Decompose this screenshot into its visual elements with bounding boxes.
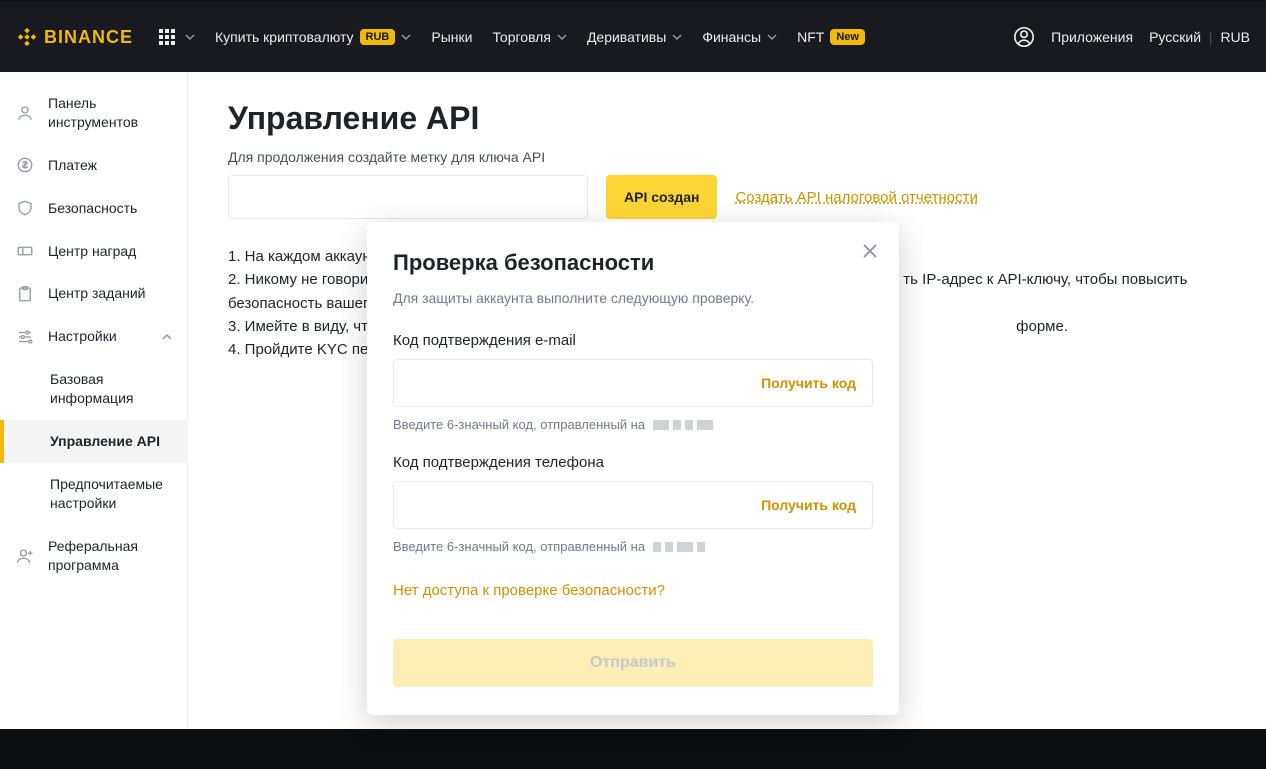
brand-text: BINANCE [44,27,133,48]
email-code-helper: Введите 6-значный код, отправленный на [393,417,873,432]
chevron-down-icon [401,34,411,40]
nav-trade[interactable]: Торговля [482,2,576,72]
phone-code-helper: Введите 6-значный код, отправленный на [393,539,873,554]
close-icon [861,242,879,260]
nav-buy-label: Купить криптовалюту [215,29,354,45]
create-tax-api-link[interactable]: Создать API налоговой отчетности [735,189,977,206]
binance-logo-icon [16,26,38,48]
footer [0,729,1266,769]
nav-nft[interactable]: NFT New [787,2,875,72]
helper-text: Введите 6-значный код, отправленный на [393,417,645,432]
masked-email [653,420,713,430]
api-label-input[interactable] [228,175,588,219]
sidebar-item-settings[interactable]: Настройки [0,315,188,358]
nav-buy-crypto[interactable]: Купить криптовалюту RUB [205,2,421,72]
sidebar-item-security[interactable]: Безопасность [0,187,188,230]
chevron-down-icon [767,34,777,40]
email-code-input[interactable] [394,360,745,406]
sidebar-item-label: Панель инструментов [48,94,172,132]
clipboard-icon [16,285,34,303]
nav-language[interactable]: Русский [1149,29,1201,45]
rule-text: 1. На каждом аккаунт [228,248,378,265]
rule-text: форме. [1016,318,1068,335]
sidebar-item-dashboard[interactable]: Панель инструментов [0,82,188,144]
nav-nft-label: NFT [797,29,824,45]
create-api-button[interactable]: API создан [606,175,717,219]
sidebar-item-label: Безопасность [48,199,172,218]
user-card-icon [16,104,34,122]
sidebar-item-label: Базовая информация [50,370,172,408]
sidebar-item-api-management[interactable]: Управление API [0,420,188,463]
nav-markets-label: Рынки [431,29,472,45]
sidebar-item-referral[interactable]: Реферальная программа [0,525,188,587]
sidebar-item-label: Реферальная программа [48,537,172,575]
chevron-down-icon [185,34,195,40]
page-title: Управление API [228,100,1226,137]
apps-grid-menu[interactable] [149,2,205,72]
rule-text: 4. Пройдите KYC пере [228,341,385,358]
sidebar-item-rewards[interactable]: Центр наград [0,230,188,273]
get-phone-code-button[interactable]: Получить код [745,482,872,528]
security-check-modal: Проверка безопасности Для защиты аккаунт… [367,222,899,715]
nav-derivatives-label: Деривативы [587,29,666,45]
modal-subtitle: Для защиты аккаунта выполните следующую … [393,290,873,306]
phone-code-input[interactable] [394,482,745,528]
sidebar-item-label: Управление API [50,432,172,451]
dollar-icon [16,156,34,174]
sidebar-item-basic-info[interactable]: Базовая информация [0,358,188,420]
chevron-up-icon [162,334,172,340]
nav-finance-label: Финансы [702,29,761,45]
masked-phone [653,542,705,552]
grid-icon [159,29,175,45]
nav-apps[interactable]: Приложения [1051,29,1133,45]
lang-currency-separator: | [1209,29,1213,45]
sidebar-item-label: Центр наград [48,242,172,261]
chevron-down-icon [557,34,567,40]
sidebar-item-label: Платеж [48,156,172,175]
nav-trade-label: Торговля [492,29,550,45]
nav-markets[interactable]: Рынки [421,2,482,72]
ticket-icon [16,242,34,260]
shield-icon [16,199,34,217]
no-access-link[interactable]: Нет доступа к проверке безопасности? [393,582,665,599]
api-label-hint: Для продолжения создайте метку для ключа… [228,149,1226,165]
rule-text: 3. Имейте в виду, что [228,318,376,335]
sidebar-item-label: Предпочитаемые настройки [50,475,172,513]
nav-currency[interactable]: RUB [1220,29,1250,45]
close-button[interactable] [861,242,879,265]
modal-title: Проверка безопасности [393,250,873,276]
user-plus-icon [16,547,34,565]
currency-badge: RUB [360,29,396,45]
email-code-label: Код подтверждения e-mail [393,332,873,349]
submit-button[interactable]: Отправить [393,639,873,687]
sliders-icon [16,328,34,346]
chevron-down-icon [672,34,682,40]
user-icon[interactable] [1013,26,1035,48]
sidebar-item-payment[interactable]: Платеж [0,144,188,187]
brand-logo[interactable]: BINANCE [16,26,133,48]
sidebar-item-label: Настройки [48,327,148,346]
sidebar-item-preferences[interactable]: Предпочитаемые настройки [0,463,188,525]
phone-code-label: Код подтверждения телефона [393,454,873,471]
get-email-code-button[interactable]: Получить код [745,360,872,406]
top-nav: BINANCE Купить криптовалюту RUB Рынки То… [0,0,1266,72]
nav-derivatives[interactable]: Деривативы [577,2,692,72]
nav-finance[interactable]: Финансы [692,2,787,72]
sidebar-item-tasks[interactable]: Центр заданий [0,272,188,315]
sidebar-item-label: Центр заданий [48,284,172,303]
helper-text: Введите 6-значный код, отправленный на [393,539,645,554]
sidebar: Панель инструментов Платеж Безопасность … [0,72,188,729]
rule-text: 2. Никому не говорите [228,271,383,288]
new-badge: New [830,29,865,45]
